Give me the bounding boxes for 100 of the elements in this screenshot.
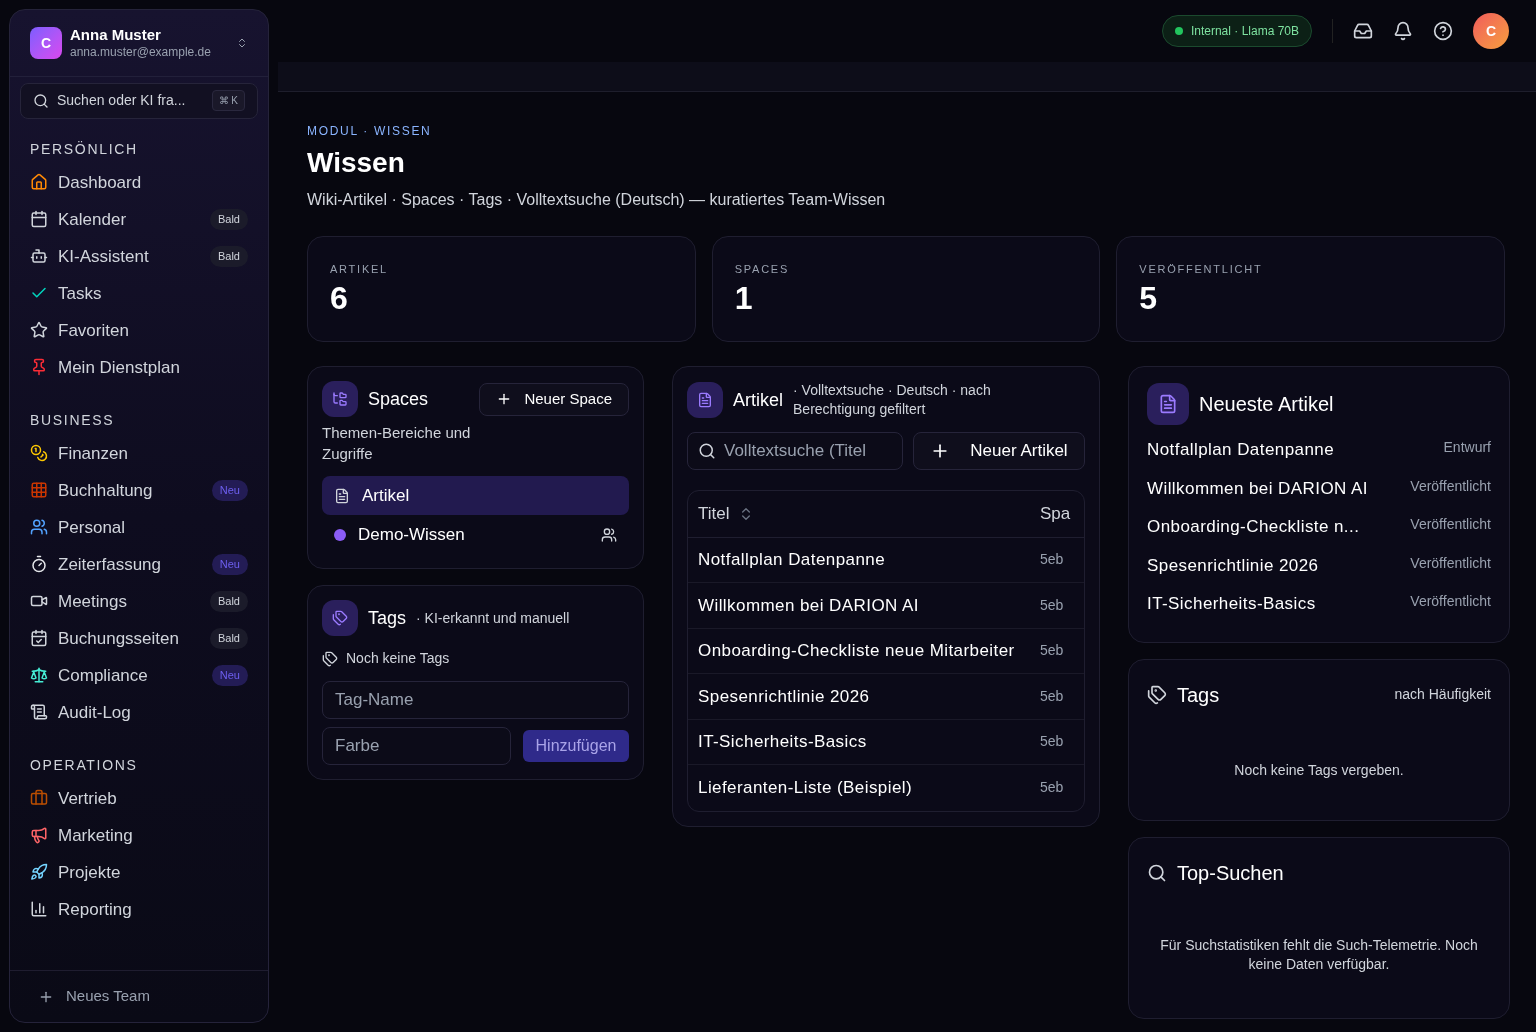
empty-message: Noch keine Tags vergeben. (1233, 760, 1405, 780)
panel-title: Artikel (733, 388, 783, 412)
status-label: Veröffentlicht (1410, 476, 1491, 496)
search-icon (1147, 862, 1167, 883)
eyebrow-label: MODUL · WISSEN (307, 123, 433, 140)
tags-icon (322, 650, 338, 667)
stat-label: SPACES (734, 262, 791, 277)
inbox-icon[interactable] (1353, 21, 1373, 41)
nav-item[interactable]: Meetings Bald (30, 582, 248, 620)
status-badge: Bald (209, 246, 248, 267)
sidebar-search-field[interactable]: Suchen oder KI fra... ⌘ K (20, 82, 258, 119)
panel-title: Neueste Artikel (1199, 392, 1334, 417)
new-team-button[interactable]: Neues Team (10, 970, 268, 1022)
column-header[interactable]: Titel (698, 500, 1040, 527)
nav-item[interactable]: Projekte (30, 853, 248, 891)
nav-icon (30, 210, 48, 229)
panel-icon (1147, 383, 1189, 425)
article-item[interactable]: IT-Sicherheits-Basics Veröffentlicht (1147, 587, 1491, 626)
switch-account-icon[interactable] (236, 36, 248, 49)
status-label: Veröffentlicht (1410, 553, 1491, 573)
nav-item[interactable]: Favoriten (30, 311, 248, 349)
nav-icon (30, 173, 48, 192)
nav-item[interactable]: Vertrieb (30, 779, 248, 817)
status-label: Veröffentlicht (1410, 515, 1491, 534)
empty-message: Für Suchstatistiken fehlt die Such-Telemetrie. Noch keine Daten verfügbar. (1159, 935, 1479, 974)
account-avatar: C (30, 26, 62, 59)
panel-subtitle: · KI-erkannt und manuell (416, 608, 570, 628)
nav-item[interactable]: Marketing (30, 816, 248, 854)
nav-icon (30, 826, 48, 845)
stat-value: 5 (1139, 278, 1159, 318)
nav-icon (30, 703, 48, 722)
empty-message: Noch keine Tags (346, 649, 450, 669)
article-item[interactable]: Notfallplan Datenpanne Entwurf (1147, 433, 1491, 472)
table-cell-text: Lieferanten-Liste (Beispiel) (698, 777, 914, 799)
add-button[interactable]: Hinzufügen (523, 730, 629, 763)
table-cell-text: Notfallplan Datenpanne (698, 549, 887, 571)
nav-icon (30, 247, 48, 266)
status-badge: Bald (209, 209, 248, 230)
panel-title: Tags (1177, 682, 1221, 708)
nav-item[interactable]: Kalender Bald (30, 200, 248, 238)
section-heading: PERSÖNLICH (30, 139, 139, 159)
panel-icon (687, 382, 723, 419)
article-item[interactable]: Onboarding-Checkliste n... Veröffentlicht (1147, 510, 1491, 549)
nav-item[interactable]: Dashboard (30, 163, 248, 201)
bell-icon[interactable] (1393, 21, 1413, 41)
table-cell-text: 5eb (1040, 550, 1065, 570)
account-email: anna.muster@example.de (70, 44, 212, 60)
status-badge: Bald (209, 591, 248, 612)
nav-icon (30, 666, 48, 685)
nav-item[interactable]: Buchungsseiten Bald (30, 619, 248, 657)
table-cell-text: 5eb (1040, 732, 1065, 752)
members-icon[interactable] (601, 526, 617, 543)
nav-item[interactable]: Compliance Neu (30, 656, 248, 694)
nav-item[interactable]: Buchhaltung Neu (30, 471, 248, 509)
article-item[interactable]: Willkommen bei DARION AI Veröffentlicht (1147, 471, 1491, 510)
nav-item[interactable]: Zeiterfassung Neu (30, 545, 248, 583)
nav-item[interactable]: Finanzen (30, 434, 248, 472)
nav-item[interactable]: KI-Assistent Bald (30, 237, 248, 275)
status-label: Entwurf (1443, 438, 1491, 457)
stat-label: ARTIKEL (330, 262, 389, 277)
nav-icon (30, 863, 48, 882)
nav-item[interactable]: Personal (30, 508, 248, 546)
nav-icon (30, 481, 48, 500)
article-search-field[interactable]: Volltextsuche (Titel (687, 431, 903, 470)
article-item[interactable]: Spesenrichtlinie 2026 Veröffentlicht (1147, 548, 1491, 587)
tag-name-field[interactable]: Tag-Name (322, 681, 629, 720)
panel-title: Tags (368, 606, 407, 630)
status-badge: Neu (211, 665, 248, 686)
status-label: Veröffentlicht (1410, 592, 1491, 611)
search-placeholder: Suchen oder KI fra... (57, 91, 187, 111)
shortcut-key: ⌘ K (211, 90, 245, 112)
nav-icon (30, 555, 48, 574)
table-cell-text: Spesenrichtlinie 2026 (698, 685, 871, 708)
nav-item[interactable]: Reporting (30, 890, 248, 928)
model-badge[interactable]: Internal · Llama 70B (1161, 15, 1312, 47)
nav-item[interactable]: Mein Dienstplan (30, 348, 248, 386)
help-icon[interactable] (1433, 21, 1453, 41)
nav-item[interactable]: Tasks (30, 274, 248, 312)
nav-icon (30, 789, 48, 808)
table-cell-text: 5eb (1040, 595, 1065, 615)
page-subtitle: Wiki-Artikel · Spaces · Tags · Volltextsuche (Deutsch) — kuratiertes Team-Wissen (307, 190, 887, 210)
new-space-button[interactable]: Neuer Space (479, 382, 629, 416)
nav-icon (30, 358, 48, 377)
panel-subtitle: · Volltextsuche · Deutsch · nach Berechtigung gefiltert (793, 381, 992, 420)
nav-icon (30, 900, 48, 919)
new-article-button[interactable]: Neuer Artikel (913, 431, 1085, 470)
color-field[interactable]: Farbe (322, 727, 511, 766)
stat-value: 1 (734, 278, 754, 318)
sort-note: nach Häufigkeit (1394, 685, 1491, 704)
stat-label: VERÖFFENTLICHT (1139, 262, 1264, 277)
search-icon (33, 92, 49, 109)
space-item[interactable]: Demo-Wissen (322, 515, 629, 555)
space-item[interactable]: Artikel (322, 476, 629, 516)
status-badge: Neu (211, 480, 248, 501)
panel-icon (322, 600, 358, 637)
table-cell-text: IT-Sicherheits-Basics (698, 731, 868, 753)
nav-icon (30, 321, 48, 340)
nav-item[interactable]: Audit-Log (30, 693, 248, 731)
nav-icon (30, 629, 48, 648)
section-heading: OPERATIONS (30, 755, 139, 775)
